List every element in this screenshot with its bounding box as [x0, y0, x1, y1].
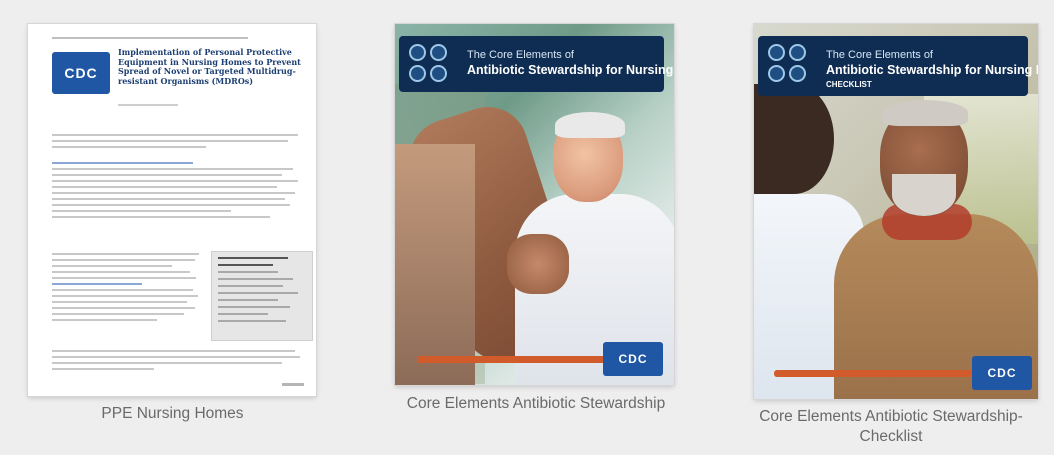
- card-core-elements-antibiotic-stewardship[interactable]: The Core Elements of Antibiotic Stewards…: [386, 18, 686, 430]
- checklist-cover-thumbnail[interactable]: The Core Elements of Antibiotic Stewards…: [754, 24, 1038, 399]
- core-elements-cover-thumbnail[interactable]: The Core Elements of Antibiotic Stewards…: [395, 24, 674, 385]
- caption-line-2: Checklist: [859, 428, 923, 445]
- nurse-hair: [754, 84, 834, 194]
- card-ppe-nursing-homes[interactable]: CDC Implementation of Personal Protectiv…: [20, 18, 325, 430]
- caregiver-clothing: [395, 144, 475, 385]
- cover-title: Antibiotic Stewardship for Nursing Homes: [826, 63, 1038, 77]
- cover-subtitle: The Core Elements of: [826, 49, 933, 61]
- core-elements-icons: [768, 44, 812, 84]
- card-core-elements-checklist[interactable]: The Core Elements of Antibiotic Stewards…: [742, 18, 1040, 448]
- resident-hair: [555, 112, 625, 138]
- core-elements-icons: [409, 44, 453, 84]
- resident-hair: [882, 100, 968, 126]
- document-paragraph: [52, 253, 202, 325]
- cover-title-banner: The Core Elements of Antibiotic Stewards…: [758, 36, 1038, 96]
- document-paragraph: [52, 350, 308, 374]
- ppe-document-thumbnail[interactable]: CDC Implementation of Personal Protectiv…: [28, 24, 316, 396]
- document-title: Implementation of Personal Protective Eq…: [118, 47, 301, 86]
- page-number: [282, 383, 304, 386]
- handshake-hands: [507, 234, 569, 294]
- document-paragraph: [52, 134, 308, 152]
- cover-accent-bar: [417, 356, 607, 363]
- cover-checklist-label: CHECKLIST: [826, 80, 872, 89]
- card-caption[interactable]: Core Elements Antibiotic Stewardship: [386, 394, 686, 414]
- cdc-logo: CDC: [603, 342, 663, 376]
- card-caption[interactable]: Core Elements Antibiotic Stewardship- Ch…: [742, 407, 1040, 447]
- cover-title: Antibiotic Stewardship for Nursing Homes: [467, 63, 674, 77]
- cover-subtitle: The Core Elements of: [467, 49, 574, 61]
- document-sidebar-box: [211, 251, 313, 341]
- cover-title-banner: The Core Elements of Antibiotic Stewards…: [399, 36, 674, 92]
- cover-accent-bar: [774, 370, 974, 377]
- resident-beard: [892, 174, 956, 216]
- cdc-logo: CDC: [972, 356, 1032, 390]
- document-date-line: [118, 104, 178, 106]
- card-caption[interactable]: PPE Nursing Homes: [20, 404, 325, 424]
- caption-line-1: Core Elements Antibiotic Stewardship-: [759, 408, 1023, 425]
- document-url-line: [52, 37, 248, 39]
- document-paragraph: [52, 162, 308, 222]
- cdc-logo: CDC: [52, 52, 110, 94]
